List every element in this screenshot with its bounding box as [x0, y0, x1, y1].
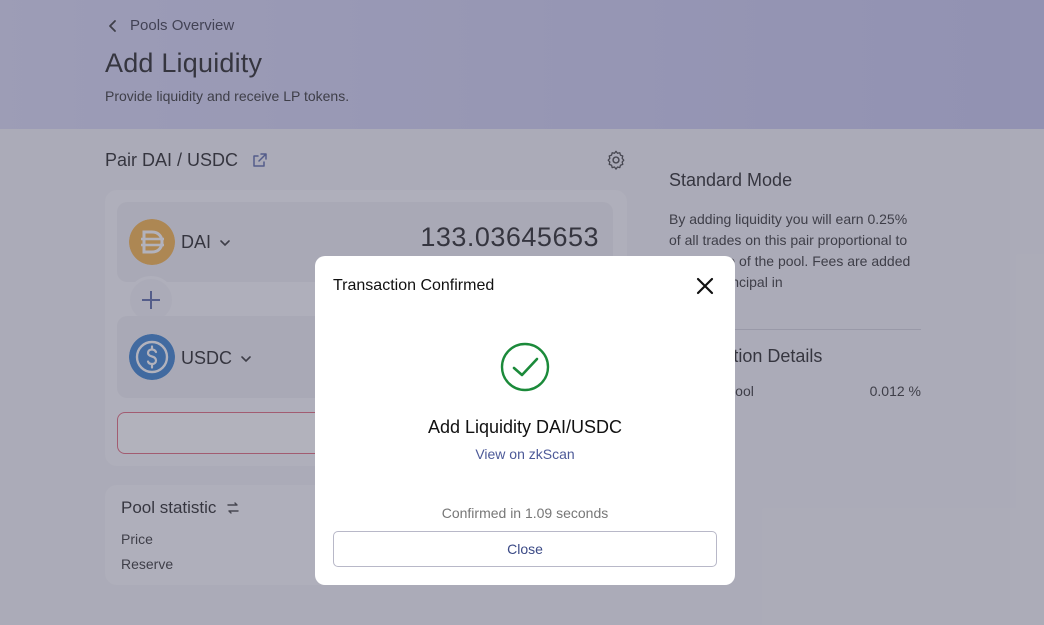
modal-heading: Add Liquidity DAI/USDC — [427, 417, 623, 437]
confirmed-time: Confirmed in 1.09 seconds — [441, 505, 609, 521]
close-button[interactable]: Close — [333, 531, 717, 567]
view-on-zkscan-link[interactable]: View on zkScan — [475, 446, 574, 462]
close-icon[interactable] — [693, 274, 717, 298]
check-circle-icon — [500, 342, 550, 392]
modal-title: Transaction Confirmed — [333, 277, 495, 294]
view-on-zkscan-link-wrap: View on zkScan — [315, 446, 735, 462]
transaction-confirmed-modal: Transaction Confirmed Add Liquidity DAI/… — [315, 256, 735, 585]
